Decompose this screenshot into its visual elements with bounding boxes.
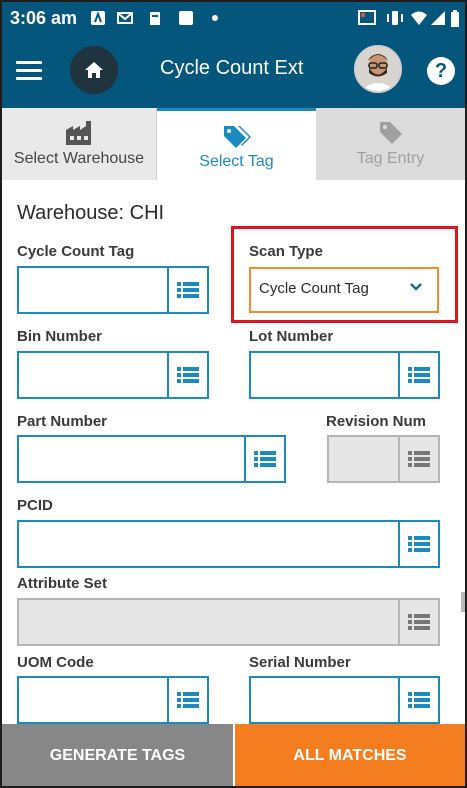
- tab-select-warehouse[interactable]: Select Warehouse: [2, 108, 157, 180]
- revision-num-list-button: [398, 437, 438, 481]
- app-title: Cycle Count Ext: [160, 57, 304, 79]
- part-number-field[interactable]: [17, 435, 286, 483]
- warehouse-icon: [66, 121, 91, 145]
- cast-icon: [358, 10, 376, 25]
- home-button[interactable]: [70, 46, 118, 94]
- list-icon: [254, 451, 276, 467]
- attribute-set-list-button: [398, 600, 438, 644]
- all-matches-button[interactable]: ALL MATCHES: [235, 724, 465, 786]
- revision-num-field: [327, 435, 440, 483]
- serial-number-list-button[interactable]: [398, 678, 438, 722]
- tags-icon: [223, 126, 251, 148]
- gmail-icon: [117, 12, 133, 24]
- menu-icon[interactable]: [16, 61, 42, 81]
- status-time: 3:06 am: [10, 8, 78, 28]
- serial-number-field[interactable]: [249, 676, 440, 724]
- uom-code-label: UOM Code: [17, 654, 94, 671]
- dot-icon: [212, 15, 218, 21]
- cycle-count-tag-field[interactable]: [17, 266, 209, 314]
- lot-number-list-button[interactable]: [398, 353, 438, 397]
- tab-label: Select Tag: [199, 153, 274, 170]
- part-number-label: Part Number: [17, 413, 108, 430]
- home-icon: [85, 62, 103, 78]
- pcid-field[interactable]: [17, 520, 440, 568]
- lot-number-label: Lot Number: [249, 328, 334, 345]
- list-icon: [408, 367, 430, 383]
- cycle-count-tag-list-button[interactable]: [167, 268, 207, 312]
- bin-number-list-button[interactable]: [167, 353, 207, 397]
- list-icon: [408, 536, 430, 552]
- battery-icon: [451, 10, 459, 27]
- bin-number-field[interactable]: [17, 351, 209, 399]
- pcid-label: PCID: [17, 497, 53, 514]
- warehouse-heading: Warehouse: CHI: [17, 202, 165, 224]
- help-button[interactable]: ?: [427, 57, 455, 85]
- user-avatar[interactable]: [354, 45, 402, 93]
- pcid-list-button[interactable]: [398, 522, 438, 566]
- wifi-icon: [411, 11, 427, 25]
- lot-number-field[interactable]: [249, 351, 440, 399]
- scan-type-highlight: [231, 226, 458, 323]
- generate-tags-button[interactable]: GENERATE TAGS: [2, 724, 233, 786]
- revision-num-label: Revision Num: [326, 413, 427, 430]
- scrollbar[interactable]: [461, 592, 465, 612]
- uom-code-field[interactable]: [17, 676, 209, 724]
- list-icon: [177, 692, 199, 708]
- uom-code-list-button[interactable]: [167, 678, 207, 722]
- signal-icon: [431, 11, 445, 25]
- part-number-list-button[interactable]: [244, 437, 284, 481]
- bin-number-label: Bin Number: [17, 328, 103, 345]
- bottom-actions: GENERATE TAGS ALL MATCHES: [2, 724, 465, 786]
- tab-bar: Select Warehouse Select Tag Tag Entry: [2, 108, 465, 180]
- attribute-set-label: Attribute Set: [17, 575, 107, 592]
- tab-label: Select Warehouse: [13, 150, 145, 167]
- tab-label: Tag Entry: [356, 150, 425, 167]
- list-icon: [408, 451, 430, 467]
- list-icon: [408, 614, 430, 630]
- cycle-count-tag-label: Cycle Count Tag: [17, 243, 135, 260]
- square-icon: [179, 11, 193, 25]
- vibrate-icon: [387, 11, 403, 25]
- app-screen: 3:06 am Cycle Count Ext ? Select Warehou…: [0, 0, 467, 788]
- app-bar: Cycle Count Ext ?: [2, 36, 465, 108]
- serial-number-label: Serial Number: [249, 654, 351, 671]
- list-icon: [408, 692, 430, 708]
- tab-tag-entry[interactable]: Tag Entry: [316, 108, 465, 180]
- clipboard-icon: [150, 12, 160, 25]
- tag-icon: [379, 122, 402, 144]
- status-bar: 3:06 am: [2, 2, 465, 36]
- attribute-set-field: [17, 598, 440, 646]
- tab-select-tag[interactable]: Select Tag: [157, 108, 316, 180]
- list-icon: [177, 282, 199, 298]
- notification-a-icon: [91, 11, 105, 25]
- list-icon: [177, 367, 199, 383]
